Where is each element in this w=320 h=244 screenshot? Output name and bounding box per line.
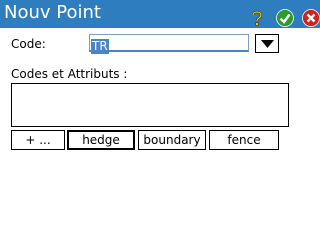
close-icon[interactable] bbox=[302, 9, 320, 27]
add-code-button[interactable]: + ... bbox=[11, 130, 65, 150]
title-bar: Nouv Point bbox=[0, 0, 320, 28]
attributes-label: Codes et Attributs : bbox=[11, 67, 128, 81]
code-chip-hedge[interactable]: hedge bbox=[67, 130, 135, 150]
code-dropdown-button[interactable] bbox=[255, 34, 279, 53]
window-title: Nouv Point bbox=[4, 2, 101, 23]
code-chip-fence[interactable]: fence bbox=[209, 130, 279, 150]
code-label: Code: bbox=[11, 37, 46, 51]
code-chip-boundary[interactable]: boundary bbox=[138, 130, 206, 150]
code-input-value: TR bbox=[91, 39, 109, 54]
attributes-list[interactable] bbox=[11, 83, 289, 127]
help-icon[interactable] bbox=[250, 10, 264, 26]
triangle-down-icon bbox=[261, 40, 274, 48]
ok-icon[interactable] bbox=[276, 9, 294, 27]
code-input[interactable]: TR bbox=[89, 34, 249, 54]
